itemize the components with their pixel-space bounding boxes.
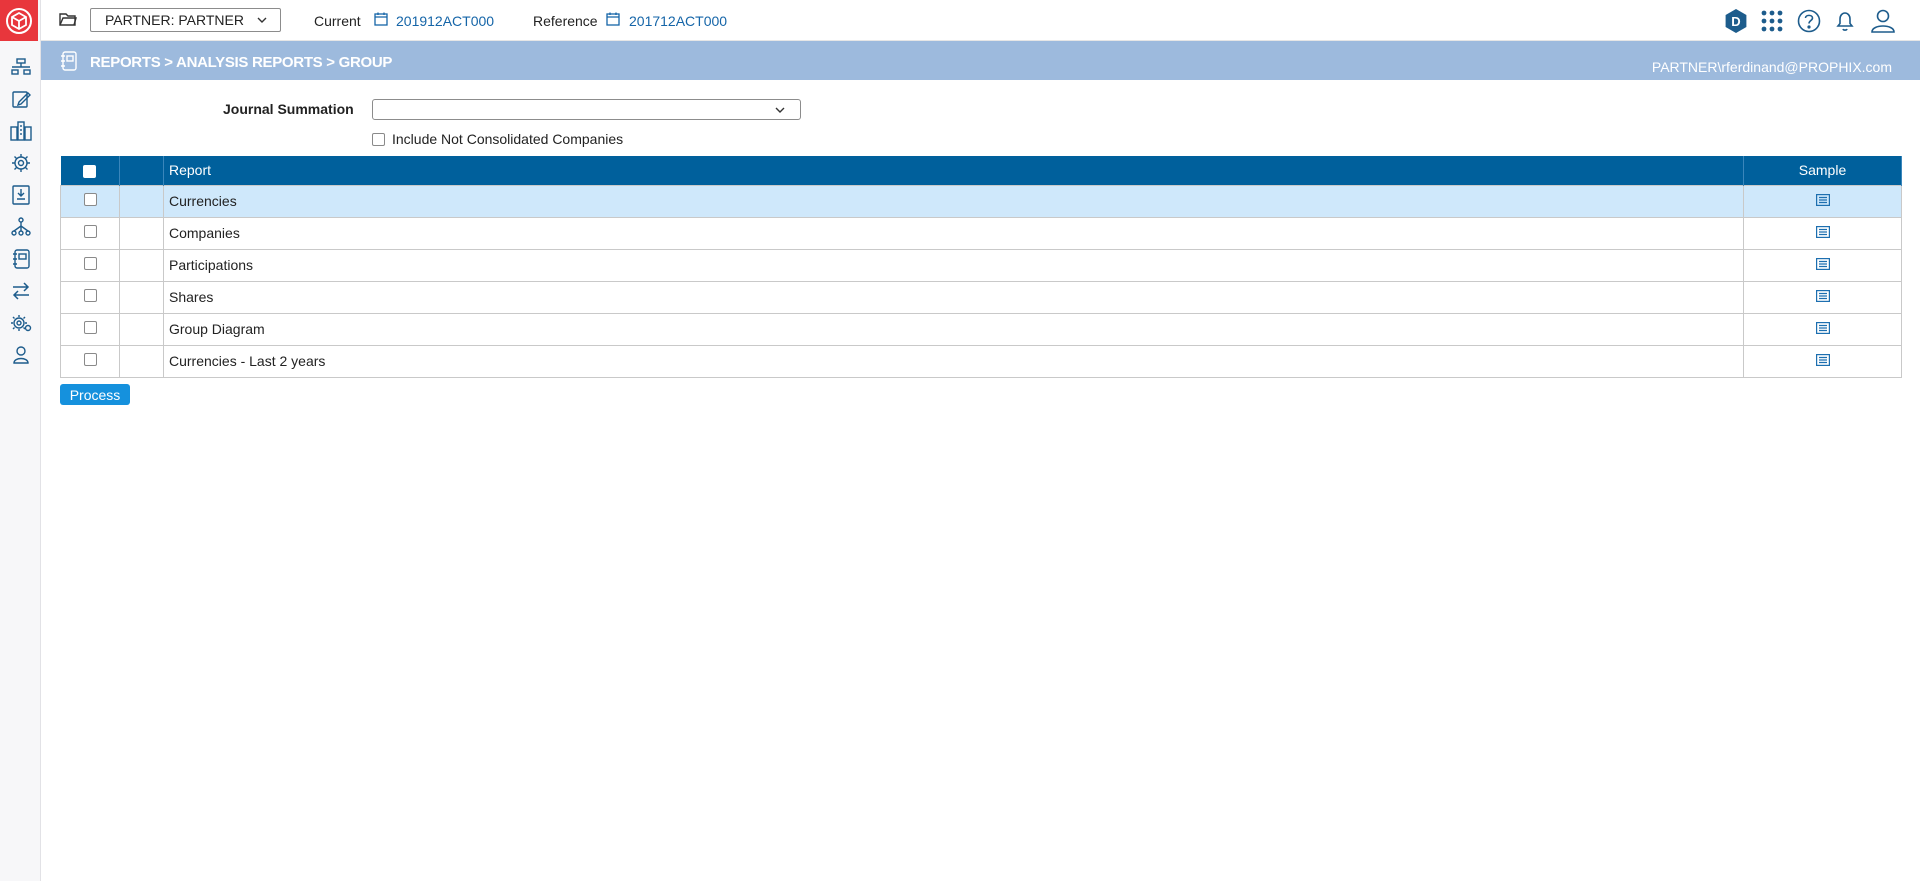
sample-cell [1743,312,1902,346]
entity-select-value: PARTNER: PARTNER [105,12,244,28]
sample-preview-icon[interactable] [1815,226,1830,239]
report-name-cell[interactable]: Shares [163,280,1744,314]
report-name-cell[interactable]: Participations [163,248,1744,282]
row-select-checkbox[interactable] [83,353,97,366]
process-button[interactable]: Process [60,384,130,405]
data-entry-icon[interactable] [0,83,41,115]
table-row[interactable]: Companies [60,216,1902,250]
journal-import-icon[interactable] [0,179,41,211]
row-marker-header [119,156,164,185]
logged-in-user: PARTNER\rferdinand@PROPHIX.com [1651,59,1892,75]
current-period-label: Current [314,13,361,29]
report-name-cell[interactable]: Companies [163,216,1744,250]
notifications-bell-icon[interactable] [1833,9,1857,36]
report-name-cell[interactable]: Currencies [163,184,1744,218]
sample-preview-icon[interactable] [1815,258,1830,271]
transfer-icon[interactable] [0,275,41,307]
row-select-cell [60,280,120,314]
breadcrumb-bar: REPORTS > ANALYSIS REPORTS > GROUP PARTN… [41,41,1920,80]
row-select-cell [60,184,120,218]
chevron-down-icon [257,17,267,23]
table-row[interactable]: Participations [60,248,1902,282]
top-bar: PARTNER: PARTNER Current 201912ACT000 Re… [41,0,1920,41]
include-not-consolidated-label[interactable]: Include Not Consolidated Companies [392,131,623,147]
select-all-checkbox[interactable] [83,165,97,179]
reports-icon[interactable] [0,243,41,275]
table-header-row: Report Sample [60,156,1902,185]
hierarchy-icon[interactable] [0,211,41,243]
sample-cell [1743,280,1902,314]
reference-period-value[interactable]: 201712ACT000 [629,13,727,29]
entity-select[interactable]: PARTNER: PARTNER [90,8,281,32]
reports-table: Report Sample Currencies Companies Partici… [60,156,1902,378]
include-not-consolidated-row: Include Not Consolidated Companies [372,131,623,147]
row-marker-cell [119,216,164,250]
report-name-cell[interactable]: Group Diagram [163,312,1744,346]
user-profile-icon[interactable] [1870,9,1896,36]
sample-preview-icon[interactable] [1815,322,1830,335]
left-sidebar [0,0,41,881]
administration-icon[interactable] [0,307,41,339]
sample-cell [1743,248,1902,282]
row-select-cell [60,312,120,346]
select-all-header [60,156,120,185]
process-flow-icon[interactable] [0,51,41,83]
app-logo[interactable] [0,0,38,41]
sample-preview-icon[interactable] [1815,194,1830,207]
row-select-checkbox[interactable] [83,289,97,302]
help-icon[interactable] [1797,9,1821,36]
sample-column-header: Sample [1743,156,1902,185]
row-select-checkbox[interactable] [83,225,97,238]
current-period-value[interactable]: 201912ACT000 [396,13,494,29]
sample-cell [1743,184,1902,218]
sample-cell [1743,344,1902,378]
table-row[interactable]: Group Diagram [60,312,1902,346]
row-select-cell [60,216,120,250]
row-select-cell [60,344,120,378]
sample-cell [1743,216,1902,250]
apps-grid-icon[interactable] [1761,10,1783,35]
row-marker-cell [119,184,164,218]
reports-icon [60,51,77,74]
row-marker-cell [119,248,164,282]
report-name-cell[interactable]: Currencies - Last 2 years [163,344,1744,378]
users-icon[interactable] [0,339,41,371]
row-select-checkbox[interactable] [83,257,97,270]
table-row[interactable]: Currencies - Last 2 years [60,344,1902,378]
company-structure-icon[interactable] [0,115,41,147]
breadcrumb[interactable]: REPORTS > ANALYSIS REPORTS > GROUP [90,54,392,71]
row-marker-cell [119,312,164,346]
report-column-header[interactable]: Report [163,156,1744,185]
row-select-checkbox[interactable] [83,193,97,206]
row-marker-cell [119,280,164,314]
journal-summation-label: Journal Summation [223,101,354,117]
row-select-cell [60,248,120,282]
sample-preview-icon[interactable] [1815,354,1830,367]
folder-icon[interactable] [59,11,79,29]
row-select-checkbox[interactable] [83,321,97,334]
table-row[interactable]: Currencies [60,184,1902,218]
reference-period-label: Reference [533,13,598,29]
row-marker-cell [119,344,164,378]
sample-preview-icon[interactable] [1815,290,1830,303]
calendar-icon[interactable] [606,12,620,26]
include-not-consolidated-checkbox[interactable] [372,132,385,146]
calendar-icon[interactable] [374,12,388,26]
consolidation-settings-icon[interactable] [0,147,41,179]
workspace-badge[interactable]: D [1723,8,1749,37]
journal-summation-select[interactable] [372,99,801,120]
chevron-down-icon [775,107,785,113]
workspace-badge-letter: D [1731,14,1740,29]
table-row[interactable]: Shares [60,280,1902,314]
